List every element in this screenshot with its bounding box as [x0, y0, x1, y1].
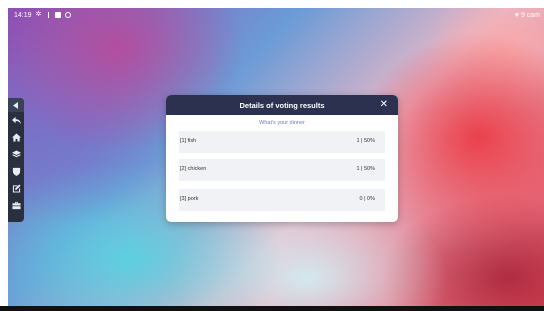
back-icon — [11, 116, 21, 125]
edit-icon — [12, 184, 21, 193]
collapse-toolbar-button[interactable] — [8, 98, 24, 112]
square-icon — [55, 12, 62, 18]
status-right-text: 9 cam — [520, 11, 540, 19]
shield-button[interactable] — [8, 163, 24, 180]
poll-question: What's your dinner — [259, 120, 305, 126]
layers-button[interactable] — [8, 146, 24, 163]
bottom-bar — [0, 306, 544, 311]
option-label: [3] pork — [180, 196, 199, 202]
close-button[interactable]: ✕ — [380, 99, 388, 111]
option-result: 1 | 50% — [356, 166, 375, 172]
heart-icon: ♥ — [514, 11, 519, 19]
option-row: [2] chicken 1 | 50% — [179, 159, 385, 181]
download-icon — [45, 12, 51, 18]
status-bar: 14:19 ✲ ♥ 9 cam — [8, 8, 544, 22]
side-toolbar — [8, 98, 24, 222]
toolbox-button[interactable] — [8, 197, 24, 214]
status-time: 14:19 — [14, 11, 32, 19]
chevron-left-icon — [13, 101, 18, 109]
toolbox-icon — [11, 201, 21, 210]
edit-button[interactable] — [8, 180, 24, 197]
option-label: [1] fish — [180, 138, 197, 144]
home-button[interactable] — [8, 129, 24, 146]
layers-icon — [11, 150, 21, 158]
circle-icon — [65, 12, 72, 18]
option-row: [1] fish 1 | 50% — [179, 131, 385, 153]
option-result: 1 | 50% — [356, 138, 375, 144]
shield-icon — [12, 167, 20, 176]
back-button[interactable] — [8, 112, 24, 129]
gear-icon: ✲ — [35, 11, 42, 18]
home-icon — [11, 133, 21, 142]
option-result: 0 | 0% — [359, 196, 376, 202]
voting-results-dialog: Details of voting results ✕ What's your … — [166, 95, 398, 222]
dialog-header: Details of voting results ✕ — [166, 95, 398, 115]
dialog-title: Details of voting results — [239, 100, 325, 110]
option-label: [2] chicken — [180, 166, 207, 172]
option-row: [3] pork 0 | 0% — [179, 189, 385, 211]
